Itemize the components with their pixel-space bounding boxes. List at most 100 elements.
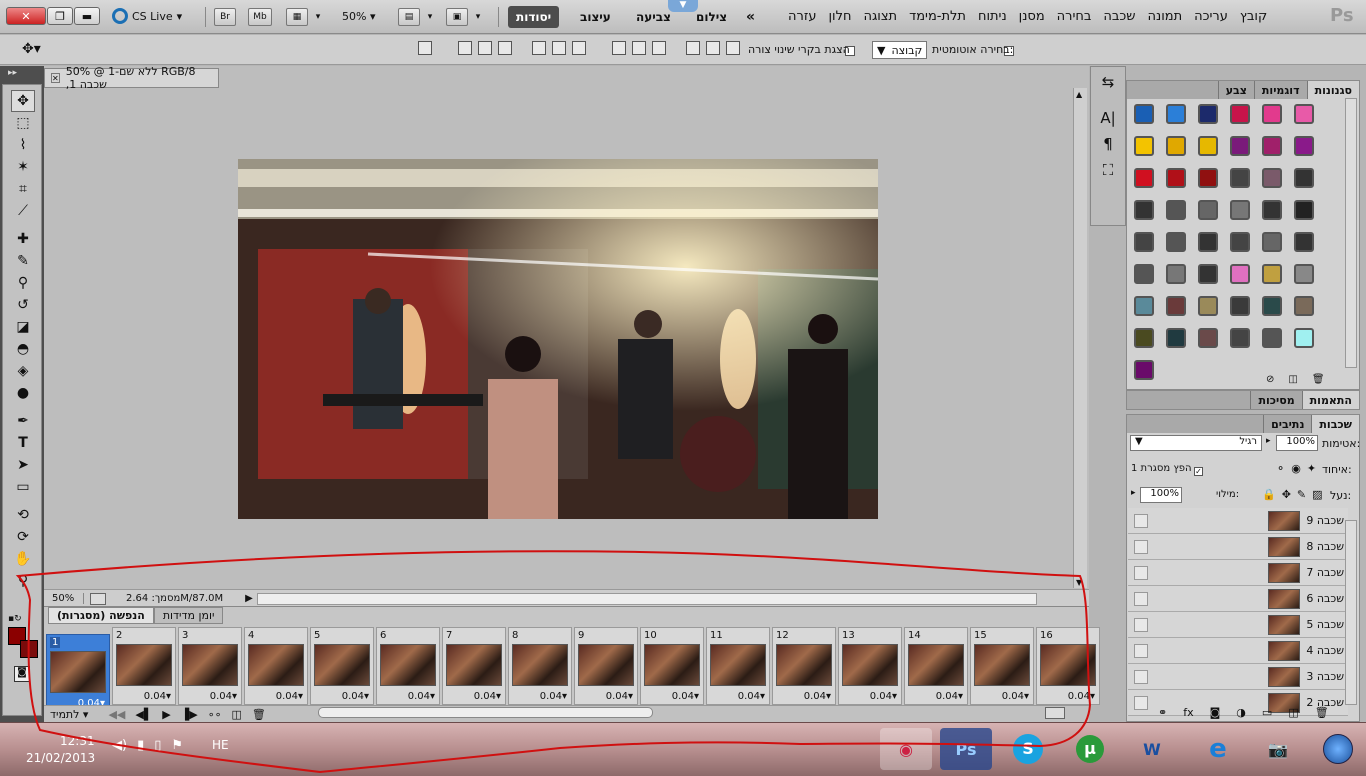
eraser-tool-icon[interactable]: ◪ <box>11 316 35 338</box>
frame-delay[interactable]: 0.04▾ <box>1002 691 1029 702</box>
visibility-toggle[interactable] <box>1134 643 1148 658</box>
distribute-icon[interactable] <box>498 41 512 55</box>
tab-color[interactable]: צבע <box>1217 81 1254 99</box>
frame-delay[interactable]: 0.04▾ <box>672 691 699 702</box>
shape-tool-icon[interactable]: ▭ <box>11 476 35 498</box>
style-swatch[interactable] <box>1128 98 1160 130</box>
auto-select-dropdown[interactable]: ▼ קבוצה <box>872 41 928 59</box>
menu-3d[interactable]: תלת-מימד <box>909 9 966 24</box>
style-swatch[interactable] <box>1128 322 1160 354</box>
style-swatch[interactable] <box>1192 290 1224 322</box>
frame-delay[interactable]: 0.04▾ <box>936 691 963 702</box>
cs-live-menu[interactable]: CS Live ▾ <box>112 8 182 24</box>
animation-frame[interactable]: 13 0.04▾ <box>838 627 902 705</box>
align-icon[interactable] <box>686 41 700 55</box>
style-swatch[interactable] <box>1288 130 1320 162</box>
next-frame-icon[interactable]: ▐▶ <box>181 708 198 721</box>
zoom-level-select[interactable]: 50% ▾ <box>342 10 375 23</box>
paint-bucket-icon[interactable]: ◓ <box>11 338 35 360</box>
lock-transparent-icon[interactable]: ▨ <box>1312 488 1322 501</box>
styles-scrollbar[interactable] <box>1345 98 1357 368</box>
style-swatch[interactable] <box>1192 258 1224 290</box>
menu-analysis[interactable]: ניתוח <box>978 9 1007 24</box>
bridge-button[interactable]: Br <box>214 8 236 26</box>
align-icon[interactable] <box>612 41 626 55</box>
align-icon[interactable] <box>652 41 666 55</box>
menu-file[interactable]: קובץ <box>1240 9 1267 24</box>
add-mask-icon[interactable]: ◙ <box>1210 706 1221 719</box>
menu-image[interactable]: תמונה <box>1148 9 1183 24</box>
distribute-icon[interactable] <box>532 41 546 55</box>
eyedropper-tool-icon[interactable]: ⟋ <box>11 200 35 222</box>
animation-frame[interactable]: 14 0.04▾ <box>904 627 968 705</box>
chevron-down-icon[interactable]: ▾ <box>312 8 324 26</box>
tab-paths[interactable]: נתיבים <box>1263 415 1311 433</box>
character-icon[interactable]: A| <box>1095 107 1121 129</box>
menu-edit[interactable]: עריכה <box>1194 9 1228 24</box>
style-swatch[interactable] <box>1256 226 1288 258</box>
chevron-down-icon[interactable]: ▾ <box>424 8 436 26</box>
align-icon[interactable] <box>726 41 740 55</box>
blur-tool-icon[interactable]: ◈ <box>11 360 35 382</box>
style-swatch[interactable] <box>1160 194 1192 226</box>
frame-delay[interactable]: 0.04▾ <box>342 691 369 702</box>
frame-delay[interactable]: 0.04▾ <box>540 691 567 702</box>
flag-icon[interactable]: ⚑ <box>171 738 183 753</box>
style-swatch[interactable] <box>1224 290 1256 322</box>
clear-style-icon[interactable]: ⊘ <box>1266 374 1274 385</box>
workspace-essentials[interactable]: יסודות <box>508 6 560 28</box>
style-swatch[interactable] <box>1160 130 1192 162</box>
style-swatch[interactable] <box>1256 290 1288 322</box>
layer-row[interactable]: שכבה 3 <box>1128 664 1348 690</box>
layer-row[interactable]: שכבה 6 <box>1128 586 1348 612</box>
style-swatch[interactable] <box>1192 130 1224 162</box>
previous-frame-icon[interactable]: ◀▌ <box>135 708 152 721</box>
distribute-icon[interactable] <box>458 41 472 55</box>
style-swatch[interactable] <box>1128 258 1160 290</box>
animation-frame[interactable]: 10 0.04▾ <box>640 627 704 705</box>
scroll-down-icon[interactable]: ▼ <box>1076 578 1082 587</box>
distribute-icon[interactable] <box>478 41 492 55</box>
animation-frame[interactable]: 11 0.04▾ <box>706 627 770 705</box>
menu-layer[interactable]: שכבה <box>1103 9 1135 24</box>
style-swatch[interactable] <box>1256 98 1288 130</box>
style-swatch[interactable] <box>1256 130 1288 162</box>
visibility-toggle[interactable] <box>1134 617 1148 632</box>
tab-measurement-log[interactable]: יומן מדידות <box>153 607 224 624</box>
lock-pixels-icon[interactable]: ✎ <box>1297 488 1306 501</box>
style-swatch[interactable] <box>1160 290 1192 322</box>
3d-orbit-icon[interactable]: ⟳ <box>11 526 35 548</box>
tween-icon[interactable]: ∘∘ <box>208 708 222 721</box>
style-swatch[interactable] <box>1288 194 1320 226</box>
animation-frame[interactable]: 4 0.04▾ <box>244 627 308 705</box>
status-zoom[interactable]: 50% <box>44 593 84 604</box>
style-swatch[interactable] <box>1160 226 1192 258</box>
layer-style-icon[interactable]: fx <box>1183 706 1193 719</box>
brush-tool-icon[interactable]: ✎ <box>11 250 35 272</box>
convert-timeline-icon[interactable] <box>1045 707 1065 719</box>
auto-align-icon[interactable] <box>418 41 432 55</box>
workspace-design[interactable]: עיצוב <box>572 6 619 28</box>
style-swatch[interactable] <box>1288 258 1320 290</box>
new-frame-icon[interactable]: ◫ <box>231 708 241 721</box>
unify-position-icon[interactable]: ⚬ <box>1276 462 1285 475</box>
windows-start-icon[interactable] <box>1312 728 1364 770</box>
style-swatch[interactable] <box>1128 194 1160 226</box>
tab-animation-frames[interactable]: הנפשה (מסגרות) <box>48 607 154 624</box>
align-icon[interactable] <box>706 41 720 55</box>
first-frame-icon[interactable]: ◀◀ <box>108 708 125 721</box>
animation-frame[interactable]: 6 0.04▾ <box>376 627 440 705</box>
new-group-icon[interactable]: ▭ <box>1262 706 1272 719</box>
arrange-documents-icon[interactable]: ▤ <box>398 8 420 26</box>
style-swatch[interactable] <box>1288 290 1320 322</box>
canvas-image[interactable] <box>238 159 878 519</box>
frame-delay[interactable]: 0.04▾ <box>738 691 765 702</box>
loop-select[interactable]: לתמיד ▾ <box>50 708 88 721</box>
visibility-toggle[interactable] <box>1134 591 1148 606</box>
mini-bridge-button[interactable]: Mb <box>248 8 272 26</box>
animation-frame[interactable]: 9 0.04▾ <box>574 627 638 705</box>
distribute-icon[interactable] <box>552 41 566 55</box>
style-swatch[interactable] <box>1288 98 1320 130</box>
default-colors-icon[interactable]: ▪↻ <box>8 614 22 624</box>
taskbar-photoshop-button[interactable]: Ps <box>940 728 992 770</box>
